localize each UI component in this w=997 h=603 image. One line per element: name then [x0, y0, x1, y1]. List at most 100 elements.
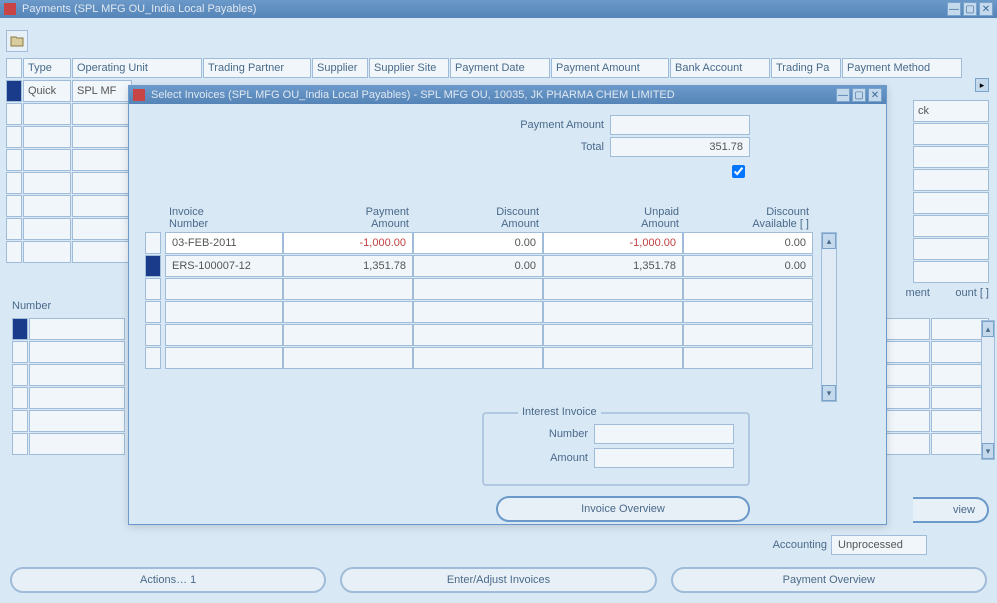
payment-overview-button[interactable]: Payment Overview — [671, 567, 987, 593]
enter-adjust-button[interactable]: Enter/Adjust Invoices — [340, 567, 656, 593]
invoice-scrollbar[interactable]: ▴ ▾ — [821, 232, 837, 402]
invoice-cell[interactable] — [683, 324, 813, 346]
col-ou[interactable]: Operating Unit — [72, 58, 202, 78]
oracle-icon — [133, 89, 145, 101]
invoice-cell[interactable]: 0.00 — [413, 232, 543, 254]
invoice-cell[interactable] — [165, 278, 283, 300]
invoice-cell[interactable] — [283, 324, 413, 346]
col-discount-amount: DiscountAmount — [413, 194, 543, 232]
maximize-icon[interactable]: ▢ — [963, 2, 977, 16]
row-selector[interactable] — [6, 103, 22, 125]
interest-amount-field[interactable] — [594, 448, 734, 468]
col-trading-partner[interactable]: Trading Partner — [203, 58, 311, 78]
row-selector[interactable] — [145, 324, 161, 346]
cell-ou[interactable]: SPL MF — [72, 80, 132, 102]
col-payment-date[interactable]: Payment Date — [450, 58, 550, 78]
invoice-cell[interactable] — [683, 278, 813, 300]
invoice-cell[interactable]: -1,000.00 — [543, 232, 683, 254]
invoice-cell[interactable] — [413, 324, 543, 346]
invoice-cell[interactable]: 03-FEB-2011 — [165, 232, 283, 254]
invoice-cell[interactable]: -1,000.00 — [283, 232, 413, 254]
invoice-cell[interactable] — [683, 301, 813, 323]
row-selector[interactable] — [12, 318, 28, 340]
invoice-cell[interactable]: 0.00 — [683, 255, 813, 277]
number-cell[interactable] — [29, 318, 125, 340]
summary-checkbox[interactable] — [732, 165, 745, 178]
invoice-cell[interactable]: 0.00 — [413, 255, 543, 277]
col-payment-method[interactable]: Payment Method — [842, 58, 962, 78]
row-selector-header — [6, 58, 22, 78]
sub-scrollbar[interactable]: ▴ ▾ — [981, 320, 995, 460]
bg-pm-column: ck — [913, 100, 989, 284]
col-discount-available: DiscountAvailable [ ] — [683, 194, 813, 232]
row-selector[interactable] — [6, 149, 22, 171]
parent-grid-header: Type Operating Unit Trading Partner Supp… — [6, 58, 991, 78]
row-selector[interactable] — [6, 241, 22, 263]
actions-button[interactable]: Actions… 1 — [10, 567, 326, 593]
row-selector[interactable] — [145, 347, 161, 369]
invoice-cell[interactable] — [283, 347, 413, 369]
maximize-icon[interactable]: ▢ — [852, 88, 866, 102]
interest-number-field[interactable] — [594, 424, 734, 444]
parent-scroll-right[interactable]: ▸ — [975, 78, 989, 92]
minimize-icon[interactable]: — — [836, 88, 850, 102]
row-selector[interactable] — [6, 126, 22, 148]
row-selector[interactable] — [6, 195, 22, 217]
invoice-cell[interactable] — [413, 301, 543, 323]
invoice-cell[interactable] — [683, 347, 813, 369]
col-type[interactable]: Type — [23, 58, 71, 78]
col-payment-amount[interactable]: Payment Amount — [551, 58, 669, 78]
minimize-icon[interactable]: — — [947, 2, 961, 16]
sub-header-row: ment ount [ ] — [872, 287, 989, 299]
invoice-cell[interactable] — [543, 301, 683, 323]
cell-type[interactable]: Quick — [23, 80, 71, 102]
col-unpaid-amount: UnpaidAmount — [543, 194, 683, 232]
payment-amount-field[interactable] — [610, 115, 750, 135]
invoice-cell[interactable] — [283, 301, 413, 323]
col-bank-account[interactable]: Bank Account — [670, 58, 770, 78]
invoice-cell[interactable] — [283, 278, 413, 300]
invoice-cell[interactable] — [543, 324, 683, 346]
scroll-up-icon[interactable]: ▴ — [982, 321, 994, 337]
oracle-icon — [4, 3, 16, 15]
invoice-cell[interactable] — [165, 301, 283, 323]
invoice-cell[interactable] — [165, 347, 283, 369]
invoice-cell[interactable] — [413, 278, 543, 300]
scroll-down-icon[interactable]: ▾ — [822, 385, 836, 401]
interest-legend: Interest Invoice — [518, 406, 601, 418]
col-trading-pa[interactable]: Trading Pa — [771, 58, 841, 78]
invoice-cell[interactable]: 0.00 — [683, 232, 813, 254]
modal-titlebar: Select Invoices (SPL MFG OU_India Local … — [129, 86, 886, 104]
number-grid — [12, 318, 125, 456]
invoice-cell[interactable] — [543, 278, 683, 300]
summary: Payment Amount Total 351.78 — [145, 114, 750, 180]
parent-titlebar: Payments (SPL MFG OU_India Local Payable… — [0, 0, 997, 18]
open-file-icon[interactable] — [6, 30, 28, 52]
accounting-label: Accounting — [773, 539, 827, 551]
invoice-cell[interactable]: 1,351.78 — [543, 255, 683, 277]
accounting-value[interactable]: Unprocessed — [831, 535, 927, 555]
scroll-right-icon[interactable]: ▸ — [975, 78, 989, 92]
close-icon[interactable]: ✕ — [979, 2, 993, 16]
row-selector[interactable] — [145, 232, 161, 254]
invoice-cell[interactable]: 1,351.78 — [283, 255, 413, 277]
row-selector[interactable] — [145, 255, 161, 277]
col-supplier[interactable]: Supplier — [312, 58, 368, 78]
select-invoices-modal: Select Invoices (SPL MFG OU_India Local … — [128, 85, 887, 525]
row-selector[interactable] — [6, 218, 22, 240]
col-invoice-number: InvoiceNumber — [165, 194, 283, 232]
close-icon[interactable]: ✕ — [868, 88, 882, 102]
scroll-up-icon[interactable]: ▴ — [822, 233, 836, 249]
invoice-overview-button[interactable]: Invoice Overview — [496, 496, 750, 522]
invoice-cell[interactable] — [165, 324, 283, 346]
invoice-cell[interactable] — [543, 347, 683, 369]
scroll-down-icon[interactable]: ▾ — [982, 443, 994, 459]
row-selector[interactable] — [145, 301, 161, 323]
invoice-cell[interactable] — [413, 347, 543, 369]
row-selector[interactable] — [145, 278, 161, 300]
col-supplier-site[interactable]: Supplier Site — [369, 58, 449, 78]
row-selector[interactable] — [6, 80, 22, 102]
row-selector[interactable] — [6, 172, 22, 194]
invoice-cell[interactable]: ERS-100007-12 — [165, 255, 283, 277]
total-label: Total — [581, 141, 604, 153]
